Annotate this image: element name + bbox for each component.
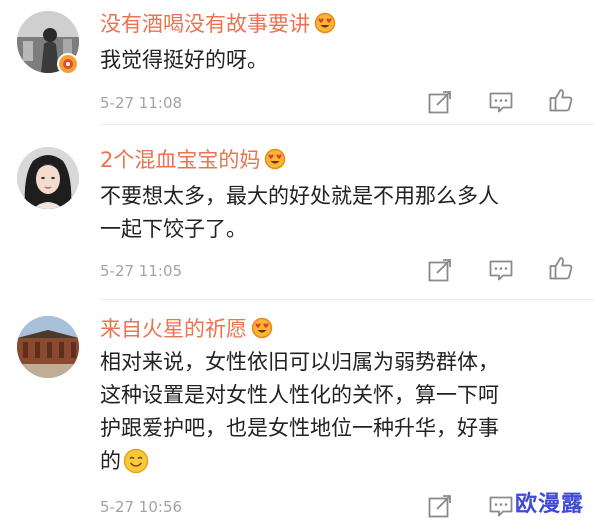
thumbs-up-icon xyxy=(549,257,573,280)
username-link[interactable]: 来自火星的祈愿 xyxy=(100,315,273,346)
verified-badge-icon xyxy=(57,53,79,79)
share-button[interactable] xyxy=(427,257,453,283)
comment-item: 没有酒喝没有故事要讲 我觉得挺好的呀。 5-27 11:08 xyxy=(0,0,594,125)
comment-timestamp: 5-27 11:05 xyxy=(100,262,183,280)
comment-line: 护跟爱护吧，也是女性地位一种升华，好事 xyxy=(100,416,499,440)
comment-line: 不要想太多，最大的好处就是不用那么多人 xyxy=(100,184,499,208)
username-text[interactable]: 来自火星的祈愿 xyxy=(100,317,247,341)
comment-line-last: 的 xyxy=(100,445,580,484)
comment-line: 一起下饺子了。 xyxy=(100,217,247,241)
share-icon xyxy=(428,259,451,282)
watermark-text: 欧漫露 xyxy=(514,492,584,517)
username-text[interactable]: 没有酒喝没有故事要讲 xyxy=(100,12,310,36)
reply-button[interactable] xyxy=(488,89,514,115)
comment-icon xyxy=(489,260,513,281)
avatar[interactable] xyxy=(17,316,79,378)
share-icon xyxy=(428,91,451,114)
heart-eyes-badge-icon xyxy=(264,148,286,177)
like-button[interactable] xyxy=(548,255,574,281)
comment-timestamp: 5-27 10:56 xyxy=(100,498,183,516)
comment-icon xyxy=(489,92,513,113)
username-link[interactable]: 没有酒喝没有故事要讲 xyxy=(100,10,336,41)
reply-button[interactable] xyxy=(488,493,514,519)
heart-eyes-badge-icon xyxy=(314,12,336,41)
share-button[interactable] xyxy=(427,493,453,519)
comment-line-text: 的 xyxy=(100,449,121,473)
avatar[interactable] xyxy=(17,147,79,209)
comment-line: 我觉得挺好的呀。 xyxy=(100,48,268,72)
username-link[interactable]: 2个混血宝宝的妈 xyxy=(100,146,286,177)
username-text[interactable]: 2个混血宝宝的妈 xyxy=(100,148,260,172)
reply-button[interactable] xyxy=(488,257,514,283)
comment-item: 来自火星的祈愿 相对来说，女性依旧可以归属为弱势群体， 这种设置是对女性人性化的… xyxy=(0,300,594,526)
comment-line: 相对来说，女性依旧可以归属为弱势群体， xyxy=(100,350,499,374)
smile-emoji-icon xyxy=(123,448,149,484)
share-icon xyxy=(428,495,451,518)
comment-item: 2个混血宝宝的妈 不要想太多，最大的好处就是不用那么多人 一起下饺子了。 5-2… xyxy=(0,125,594,300)
comment-line: 这种设置是对女性人性化的关怀，算一下呵 xyxy=(100,383,499,407)
thumbs-up-icon xyxy=(549,89,573,112)
like-button[interactable] xyxy=(548,87,574,113)
comment-timestamp: 5-27 11:08 xyxy=(100,94,183,112)
comment-text: 不要想太多，最大的好处就是不用那么多人 一起下饺子了。 xyxy=(100,180,580,246)
heart-eyes-badge-icon xyxy=(251,317,273,346)
share-button[interactable] xyxy=(427,89,453,115)
comment-text: 相对来说，女性依旧可以归属为弱势群体， 这种设置是对女性人性化的关怀，算一下呵 … xyxy=(100,346,580,484)
comment-text: 我觉得挺好的呀。 xyxy=(100,44,580,77)
comment-icon xyxy=(489,496,513,517)
